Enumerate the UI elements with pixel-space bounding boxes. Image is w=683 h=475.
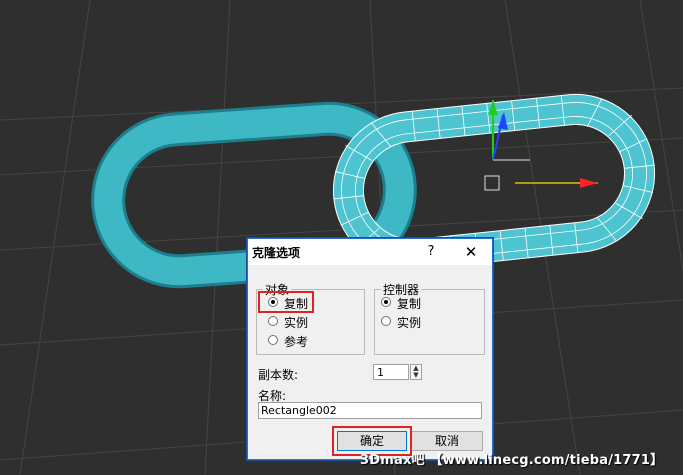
close-button[interactable]: ✕ <box>460 242 482 262</box>
help-button[interactable]: ? <box>422 243 440 261</box>
copies-label: 副本数: <box>258 368 299 382</box>
radio-icon <box>268 335 278 345</box>
dialog-title: 克隆选项 <box>252 246 301 260</box>
object-reference-label: 参考 <box>284 335 309 349</box>
controller-instance-label: 实例 <box>397 316 422 330</box>
controller-instance-radio[interactable]: 实例 <box>381 314 441 330</box>
copies-spinner-input[interactable]: 1 <box>373 364 409 380</box>
copy-highlight-box <box>258 291 314 313</box>
name-field[interactable] <box>258 402 482 419</box>
object-instance-radio[interactable]: 实例 <box>268 314 328 330</box>
object-instance-label: 实例 <box>284 316 309 330</box>
radio-icon <box>381 316 391 326</box>
spinner-arrows-icon[interactable]: ▲ ▼ <box>410 364 422 380</box>
cancel-button[interactable]: 取消 <box>411 431 483 451</box>
clone-options-dialog: 克隆选项 ? ✕ 对象 复制 实例 参考 控制器 复制 实例 副本数: 1 ▲ ▼… <box>247 238 493 460</box>
watermark-text: 3Dmax吧 【www.linecg.com/tieba/1771】 <box>360 453 664 468</box>
object-reference-radio[interactable]: 参考 <box>268 333 328 349</box>
controller-copy-radio[interactable]: 复制 <box>381 295 441 311</box>
controller-copy-label: 复制 <box>397 297 422 311</box>
radio-selected-icon <box>381 297 391 307</box>
radio-icon <box>268 316 278 326</box>
dialog-titlebar[interactable]: 克隆选项 ? ✕ <box>248 239 492 265</box>
